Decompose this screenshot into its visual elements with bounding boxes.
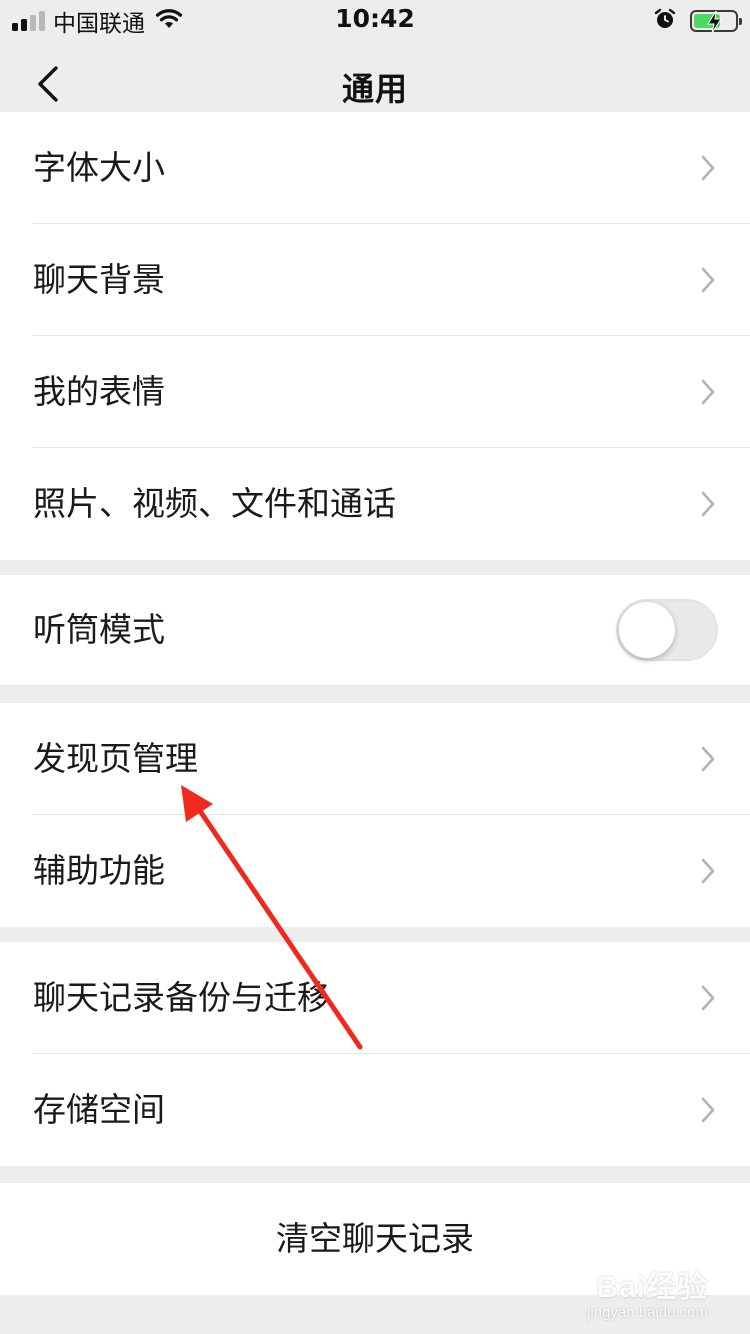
chevron-right-icon	[701, 858, 715, 884]
chevron-right-icon	[701, 267, 715, 293]
wechat-general-settings-screen: 中国联通 10:42 通用 字体大小 聊天背景 我的表情 照片、视频、文件和通话…	[0, 0, 750, 1334]
chevron-right-icon	[701, 379, 715, 405]
chevron-right-icon	[701, 746, 715, 772]
settings-item-label: 聊天背景	[33, 260, 165, 299]
charging-bolt-icon	[707, 10, 722, 34]
earpiece-mode-toggle[interactable]	[616, 599, 718, 661]
settings-item-label: 存储空间	[33, 1090, 165, 1129]
settings-group-storage: 聊天记录备份与迁移 存储空间	[0, 942, 750, 1166]
settings-item-accessibility[interactable]: 辅助功能	[0, 815, 750, 927]
settings-group-earpiece: 听筒模式	[0, 575, 750, 685]
settings-item-label: 发现页管理	[33, 739, 198, 778]
settings-item-discover-management[interactable]: 发现页管理	[0, 703, 750, 815]
status-bar: 中国联通 10:42	[0, 0, 750, 40]
toggle-knob	[619, 602, 675, 658]
settings-item-my-stickers[interactable]: 我的表情	[0, 336, 750, 448]
watermark-url: jingyan.baidu.com	[587, 1304, 708, 1321]
chevron-right-icon	[701, 155, 715, 181]
settings-item-chat-background[interactable]: 聊天背景	[0, 224, 750, 336]
status-time: 10:42	[335, 4, 415, 33]
settings-item-label: 聊天记录备份与迁移	[33, 978, 330, 1017]
alarm-clock-icon	[654, 8, 676, 34]
settings-item-label: 字体大小	[33, 148, 165, 187]
settings-item-label: 照片、视频、文件和通话	[33, 484, 396, 523]
settings-item-label: 辅助功能	[33, 851, 165, 890]
chevron-right-icon	[701, 1097, 715, 1123]
chevron-right-icon	[701, 985, 715, 1011]
settings-item-storage-space[interactable]: 存储空间	[0, 1054, 750, 1166]
page-title: 通用	[341, 70, 408, 108]
watermark-brand: Bai经验	[596, 1271, 708, 1304]
settings-group-display: 字体大小 聊天背景 我的表情 照片、视频、文件和通话	[0, 112, 750, 560]
settings-item-label: 我的表情	[33, 372, 165, 411]
chevron-right-icon	[701, 491, 715, 517]
baidu-jingyan-watermark: Bai经验 jingyan.baidu.com	[587, 1262, 708, 1321]
status-right	[654, 6, 742, 36]
settings-item-media-files-calls[interactable]: 照片、视频、文件和通话	[0, 448, 750, 560]
settings-item-chat-backup-migration[interactable]: 聊天记录备份与迁移	[0, 942, 750, 1054]
settings-item-label: 听筒模式	[33, 610, 165, 649]
settings-item-font-size[interactable]: 字体大小	[0, 112, 750, 224]
settings-item-earpiece-mode: 听筒模式	[0, 575, 750, 685]
battery-icon	[690, 10, 742, 34]
settings-group-discover: 发现页管理 辅助功能	[0, 703, 750, 927]
